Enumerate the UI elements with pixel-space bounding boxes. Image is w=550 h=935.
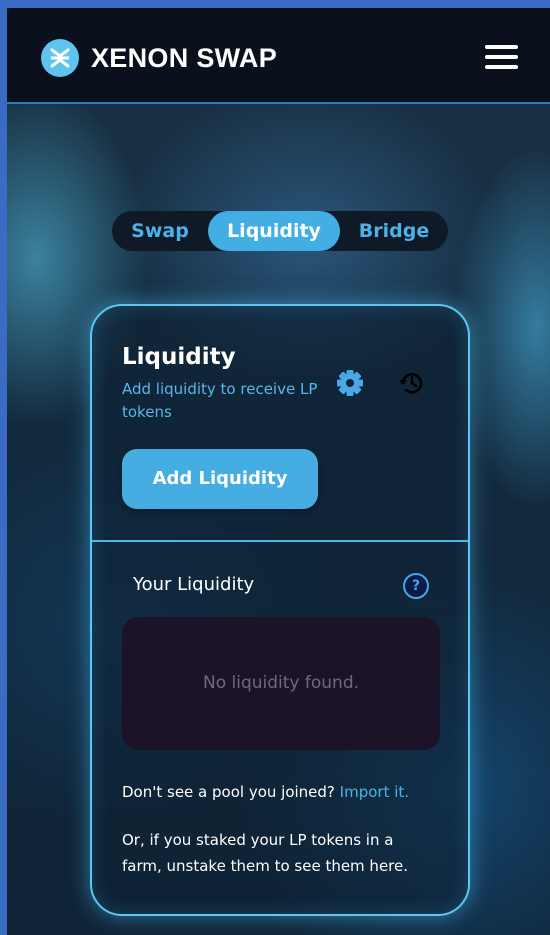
xenon-logo-icon[interactable]	[41, 39, 79, 77]
question-mark-icon[interactable]: ?	[403, 573, 429, 599]
tab-swap[interactable]: Swap	[112, 211, 208, 251]
liquidity-list-empty: No liquidity found.	[122, 617, 440, 750]
app-frame: XENON SWAP Swap Liquidity Bridge Liquidi…	[7, 8, 550, 935]
import-pool-link[interactable]: Import it.	[340, 783, 409, 801]
pool-prompt-text: Don't see a pool you joined?	[122, 783, 335, 801]
tab-liquidity[interactable]: Liquidity	[208, 211, 340, 251]
top-navbar: XENON SWAP	[7, 8, 550, 104]
add-liquidity-button[interactable]: Add Liquidity	[122, 449, 318, 509]
mode-tab-bar: Swap Liquidity Bridge	[112, 211, 448, 251]
farm-note: Or, if you staked your LP tokens in a fa…	[122, 831, 409, 875]
brand-name[interactable]: XENON SWAP	[91, 41, 277, 75]
empty-message: No liquidity found.	[202, 673, 360, 693]
your-liquidity-label: Your Liquidity	[133, 574, 255, 595]
help-glyph: ?	[411, 578, 421, 594]
tab-bridge[interactable]: Bridge	[340, 211, 448, 251]
card-subtitle: Add liquidity to receive LP tokens	[122, 380, 318, 421]
pool-prompt: Don't see a pool you joined? Import it.	[122, 783, 409, 801]
liquidity-card: Liquidity Add liquidity to receive LP to…	[90, 304, 470, 916]
history-icon[interactable]	[394, 366, 428, 400]
hamburger-menu-icon[interactable]	[485, 43, 519, 71]
gear-icon[interactable]	[333, 366, 367, 400]
card-title: Liquidity	[122, 344, 236, 370]
card-divider	[92, 540, 468, 542]
